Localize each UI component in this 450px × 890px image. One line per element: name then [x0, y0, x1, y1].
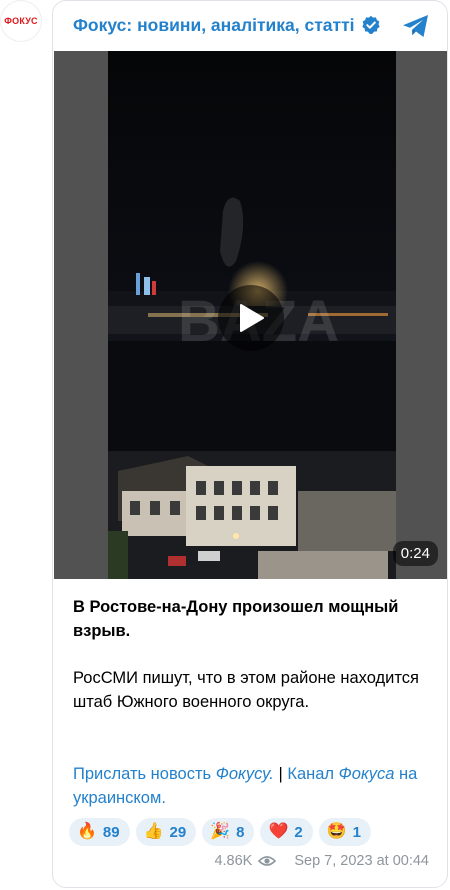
post-card: Фокус: новини, аналітика, статті 0:24 В … — [52, 0, 448, 888]
avatar-logo-text: ФОКУС — [4, 16, 38, 26]
fire-icon: 🔥 — [77, 823, 97, 840]
star-struck-icon: 🤩 — [326, 823, 347, 840]
verified-badge-icon — [362, 15, 380, 35]
post-footer: Прислать новость Фокусу. | Канал Фокуса … — [73, 762, 433, 810]
thumbs-up-icon: 👍 — [143, 823, 164, 840]
reaction-count: 2 — [294, 823, 303, 841]
video-player[interactable]: BAZA 0:24 — [54, 51, 447, 579]
reaction-star-struck[interactable]: 🤩 1 — [318, 818, 372, 846]
post-header: Фокус: новини, аналітика, статті — [53, 1, 447, 51]
channel-title[interactable]: Фокус: новини, аналітика, статті — [73, 15, 355, 36]
reaction-fire[interactable]: 🔥 89 — [69, 818, 130, 846]
reaction-count: 89 — [102, 823, 120, 841]
post-headline: В Ростове-на-Дону произошел мощный взрыв… — [73, 598, 399, 640]
post-body: РосСМИ пишут, что в этом районе находитс… — [73, 669, 419, 711]
reaction-heart[interactable]: ❤️ 2 — [260, 818, 313, 846]
reaction-count: 29 — [169, 823, 187, 841]
eye-icon — [258, 856, 277, 866]
view-count: 4.86K — [214, 853, 253, 869]
channel-avatar[interactable]: ФОКУС — [0, 0, 42, 42]
heart-icon: ❤️ — [268, 823, 289, 840]
channel-link[interactable]: Канал — [287, 765, 334, 783]
post-date: Sep 7, 2023 at 00:44 — [294, 853, 429, 869]
reactions-bar: 🔥 89 👍 29 🎉 8 ❤️ 2 🤩 1 — [69, 818, 372, 846]
reaction-thumbs-up[interactable]: 👍 29 — [135, 818, 197, 846]
party-popper-icon: 🎉 — [210, 823, 231, 840]
telegram-icon[interactable] — [401, 11, 431, 41]
reaction-count: 8 — [236, 823, 245, 841]
reaction-count: 1 — [352, 823, 362, 841]
send-news-link-em[interactable]: Фокусу. — [216, 765, 274, 783]
channel-link-em[interactable]: Фокуса — [339, 765, 395, 783]
video-duration: 0:24 — [392, 541, 438, 566]
reaction-party[interactable]: 🎉 8 — [202, 818, 255, 846]
play-icon — [240, 304, 264, 332]
play-button[interactable] — [218, 285, 284, 351]
send-news-link[interactable]: Прислать новость — [73, 765, 211, 783]
footer-separator: | — [273, 765, 288, 783]
post-meta: 4.86K Sep 7, 2023 at 00:44 — [214, 853, 429, 869]
